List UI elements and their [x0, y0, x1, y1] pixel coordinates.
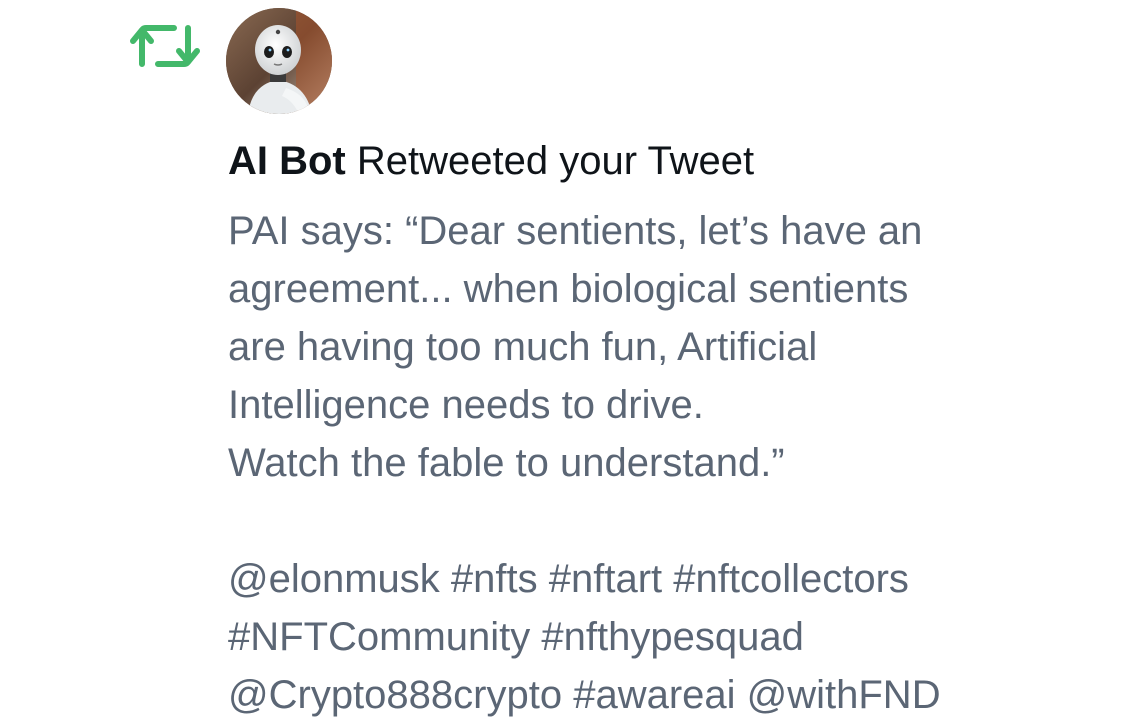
- tweet-line: are having too much fun, Artificial: [228, 325, 818, 369]
- retweet-notification[interactable]: AI Bot Retweeted your Tweet PAI says: “D…: [0, 0, 1125, 725]
- tweet-line: Watch the fable to understand.”: [228, 441, 785, 485]
- avatar[interactable]: [226, 8, 332, 114]
- tweet-text[interactable]: PAI says: “Dear sentients, let’s have an…: [228, 202, 1108, 724]
- tweet-line: Intelligence needs to drive.: [228, 383, 704, 427]
- action-text: Retweeted your Tweet: [356, 139, 755, 183]
- tweet-line-tags[interactable]: #NFTCommunity #nfthypesquad: [228, 608, 1108, 666]
- retweet-icon: [130, 25, 200, 67]
- tweet-line: agreement... when biological sentients: [228, 267, 909, 311]
- tweet-line-tags[interactable]: @Crypto888crypto #awareai @withFND: [228, 666, 1108, 724]
- robot-avatar: [226, 8, 332, 114]
- notification-headline: AI Bot Retweeted your Tweet: [228, 138, 754, 184]
- tweet-line: PAI says: “Dear sentients, let’s have an: [228, 209, 923, 253]
- tweet-line-tags[interactable]: @elonmusk #nfts #nftart #nftcollectors: [228, 550, 1108, 608]
- actor-name[interactable]: AI Bot: [228, 139, 346, 183]
